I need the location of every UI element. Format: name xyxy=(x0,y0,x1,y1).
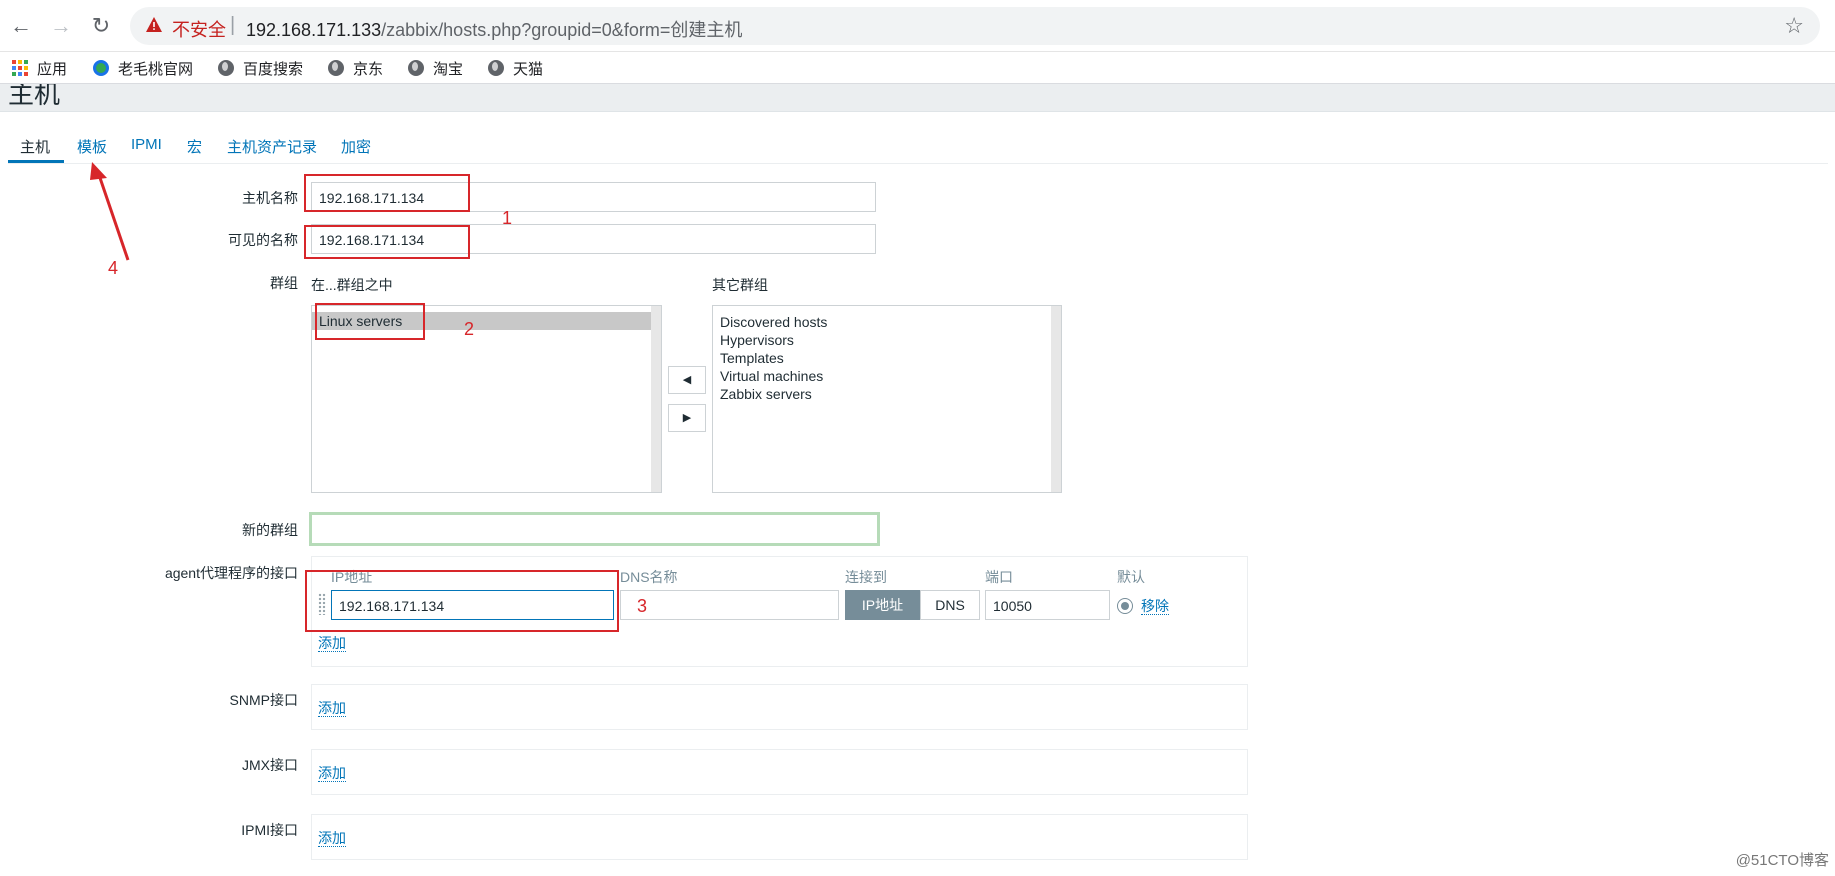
agent-port-input[interactable]: 10050 xyxy=(985,590,1110,620)
tab-inventory[interactable]: 主机资产记录 xyxy=(227,136,317,157)
dns-column-header: DNS名称 xyxy=(620,569,678,585)
bookmark-taobao[interactable]: 淘宝 xyxy=(408,58,463,78)
remove-link[interactable]: 移除 xyxy=(1141,598,1169,615)
default-radio[interactable] xyxy=(1117,598,1133,614)
annotation-number-1: 1 xyxy=(502,208,513,228)
form-tabs: 主机 模板 IPMI 宏 主机资产记录 加密 xyxy=(8,128,1828,164)
snmp-add-link[interactable]: 添加 xyxy=(318,700,346,717)
jmx-add-link[interactable]: 添加 xyxy=(318,765,346,782)
globe-icon xyxy=(408,60,424,76)
list-item[interactable]: Discovered hosts xyxy=(713,313,1061,331)
move-right-button[interactable]: ▶ xyxy=(668,404,706,432)
tab-encryption[interactable]: 加密 xyxy=(341,136,371,157)
list-item[interactable]: Hypervisors xyxy=(713,331,1061,349)
connect-column-header: 连接到 xyxy=(845,569,887,585)
bookmark-apps[interactable]: 应用 xyxy=(12,58,67,78)
new-group-input[interactable] xyxy=(309,512,880,546)
jmx-interface-label: JMX接口 xyxy=(242,757,298,773)
ipmi-interface-panel xyxy=(311,814,1248,860)
list-item[interactable]: Virtual machines xyxy=(713,367,1061,385)
tab-templates[interactable]: 模板 xyxy=(77,136,107,157)
bookmark-baidu[interactable]: 百度搜索 xyxy=(218,58,303,78)
connect-dns-toggle[interactable]: DNS xyxy=(920,590,980,620)
jmx-interface-panel xyxy=(311,749,1248,795)
annotation-number-3: 3 xyxy=(637,596,648,616)
bookmark-laomaotao[interactable]: 老毛桃官网 xyxy=(93,58,193,78)
in-groups-header: 在...群组之中 xyxy=(311,277,393,293)
url-text: 192.168.171.133/zabbix/hosts.php?groupid… xyxy=(246,20,743,40)
annotation-box-2 xyxy=(315,303,425,340)
warning-icon xyxy=(146,17,162,32)
back-icon[interactable]: ← xyxy=(8,13,34,39)
bookmarks-bar: 应用 老毛桃官网 百度搜索 京东 淘宝 天猫 xyxy=(0,52,1835,84)
move-left-button[interactable]: ◀ xyxy=(668,366,706,394)
tab-macros[interactable]: 宏 xyxy=(187,136,202,157)
browser-toolbar: ← → ↻ 不安全 | 192.168.171.133/zabbix/hosts… xyxy=(0,0,1835,52)
bookmark-tmall[interactable]: 天猫 xyxy=(488,58,543,78)
globe-icon xyxy=(218,60,234,76)
ipmi-interface-label: IPMI接口 xyxy=(241,822,298,838)
groups-label: 群组 xyxy=(270,275,298,291)
annotation-box-visible-name xyxy=(304,225,470,259)
apps-grid-icon xyxy=(12,60,28,76)
list-item[interactable]: Zabbix servers xyxy=(713,385,1061,403)
port-column-header: 端口 xyxy=(985,569,1013,585)
annotation-arrow-icon xyxy=(90,162,130,261)
bookmark-jd[interactable]: 京东 xyxy=(328,58,383,78)
visible-name-label: 可见的名称 xyxy=(228,232,298,248)
annotation-box-3 xyxy=(305,570,619,632)
agent-add-link[interactable]: 添加 xyxy=(318,635,346,652)
forward-icon[interactable]: → xyxy=(48,13,74,39)
page-header: 主机 xyxy=(0,84,1835,112)
snmp-interface-panel xyxy=(311,684,1248,730)
list-item[interactable]: Templates xyxy=(713,349,1061,367)
url-separator: | xyxy=(230,14,236,36)
address-bar[interactable]: 不安全 | 192.168.171.133/zabbix/hosts.php?g… xyxy=(130,7,1820,45)
page-title: 主机 xyxy=(8,84,61,109)
insecure-label: 不安全 xyxy=(172,20,226,40)
agent-dns-input[interactable] xyxy=(620,590,839,620)
ipmi-add-link[interactable]: 添加 xyxy=(318,830,346,847)
annotation-number-2: 2 xyxy=(464,319,475,339)
tab-host[interactable]: 主机 xyxy=(20,136,50,157)
scrollbar[interactable] xyxy=(651,306,661,492)
reload-icon[interactable]: ↻ xyxy=(88,13,114,39)
bookmark-star-icon[interactable]: ☆ xyxy=(1784,13,1804,39)
other-groups-header: 其它群组 xyxy=(712,277,768,293)
tab-ipmi[interactable]: IPMI xyxy=(131,136,162,153)
connect-ip-toggle[interactable]: IP地址 xyxy=(845,590,920,620)
default-column-header: 默认 xyxy=(1117,569,1145,585)
active-tab-indicator xyxy=(8,160,64,163)
annotation-box-1 xyxy=(304,174,470,212)
globe-icon xyxy=(328,60,344,76)
snmp-interface-label: SNMP接口 xyxy=(229,692,298,708)
agent-interface-label: agent代理程序的接口 xyxy=(164,565,298,581)
new-group-label: 新的群组 xyxy=(242,522,298,538)
site-logo-icon xyxy=(93,60,109,76)
globe-icon xyxy=(488,60,504,76)
watermark: @51CTO博客 xyxy=(1735,852,1829,869)
scrollbar[interactable] xyxy=(1051,306,1061,492)
hostname-label: 主机名称 xyxy=(242,190,298,206)
other-groups-listbox[interactable]: Discovered hosts Hypervisors Templates V… xyxy=(712,305,1062,493)
